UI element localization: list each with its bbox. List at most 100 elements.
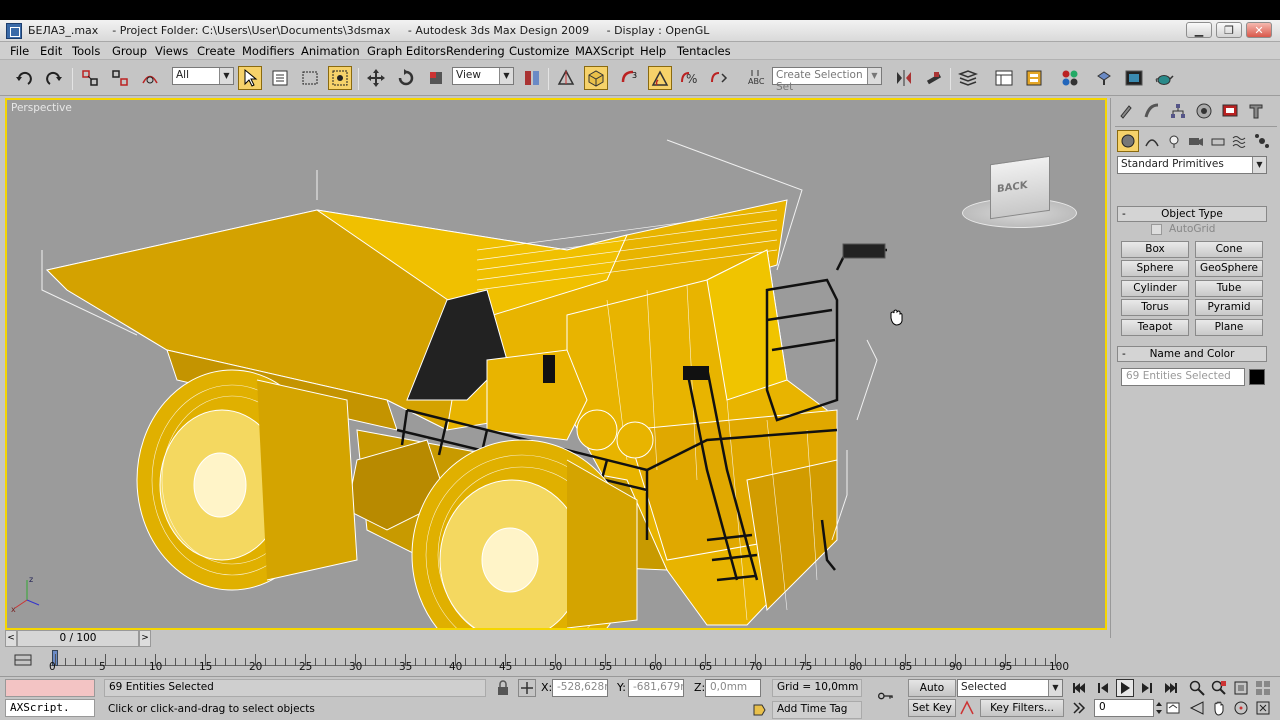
key-filters-button[interactable]: Key Filters... <box>980 699 1064 717</box>
object-type-rollout-header[interactable]: - Object Type <box>1117 206 1267 222</box>
geometry-category-icon[interactable] <box>1117 130 1139 152</box>
curve-editor-icon[interactable] <box>992 66 1016 90</box>
space-warps-category-icon[interactable] <box>1229 130 1251 152</box>
zoom-extents-all-icon[interactable] <box>1254 679 1272 697</box>
box-button[interactable]: Box <box>1121 241 1189 258</box>
maxscript-listener-pink[interactable] <box>5 679 95 697</box>
cylinder-button[interactable]: Cylinder <box>1121 280 1189 297</box>
track-bar[interactable]: 0 5 10 15 20 25 30 35 40 45 50 55 60 65 70 75 80 85 90 95 10… <box>0 648 1110 676</box>
time-tag-icon[interactable] <box>750 701 768 719</box>
app-logo-icon[interactable] <box>6 23 22 39</box>
name-and-color-rollout-header[interactable]: - Name and Color <box>1117 346 1267 362</box>
key-mode-toggle-icon[interactable] <box>1070 699 1088 717</box>
select-by-name-icon[interactable] <box>268 66 292 90</box>
render-production-teapot-icon[interactable] <box>1152 66 1176 90</box>
auto-key-button[interactable]: Auto Key <box>908 679 956 710</box>
rectangular-selection-region-icon[interactable] <box>298 66 322 90</box>
modify-tab-icon[interactable] <box>1141 100 1163 122</box>
selection-filter-dropdown[interactable]: All ▼ <box>172 67 234 85</box>
field-of-view-icon[interactable] <box>1188 699 1206 717</box>
menu-create[interactable]: Create <box>197 44 235 58</box>
key-mode-dropdown[interactable]: Selected ▼ <box>957 679 1063 697</box>
object-name-field[interactable]: 69 Entities Selected <box>1121 368 1245 386</box>
geometry-category-dropdown[interactable]: Standard Primitives ▼ <box>1117 156 1267 174</box>
menu-tentacles[interactable]: Tentacles <box>677 44 731 58</box>
pan-view-hand-icon[interactable] <box>1210 699 1228 717</box>
reference-coordinate-dropdown[interactable]: View ▼ <box>452 67 514 85</box>
add-time-tag[interactable]: Add Time Tag <box>772 701 862 719</box>
menu-rendering[interactable]: Rendering <box>446 44 505 58</box>
zoom-all-icon[interactable] <box>1210 679 1228 697</box>
hierarchy-tab-icon[interactable] <box>1167 100 1189 122</box>
menu-maxscript[interactable]: MAXScript <box>575 44 634 58</box>
time-slider-thumb[interactable]: 0 / 100 <box>17 630 139 647</box>
default-in-out-tangents-icon[interactable] <box>958 699 976 717</box>
plane-button[interactable]: Plane <box>1195 319 1263 336</box>
menu-views[interactable]: Views <box>155 44 188 58</box>
menu-file[interactable]: File <box>10 44 29 58</box>
layer-manager-icon[interactable] <box>956 66 980 90</box>
z-coordinate-field[interactable]: 0,0mm <box>705 679 761 697</box>
selection-lock-toggle-icon[interactable] <box>494 679 512 697</box>
x-coordinate-field[interactable]: -528,628mi <box>552 679 608 697</box>
menu-help[interactable]: Help <box>640 44 666 58</box>
render-setup-icon[interactable] <box>1092 66 1116 90</box>
close-button[interactable]: ✕ <box>1246 22 1272 38</box>
angle-snap-toggle-icon[interactable] <box>648 66 672 90</box>
undo-icon[interactable] <box>12 66 36 90</box>
schematic-view-icon[interactable] <box>1022 66 1046 90</box>
minimize-button[interactable]: ▁ <box>1186 22 1212 38</box>
systems-category-icon[interactable] <box>1251 130 1273 152</box>
bind-to-space-warp-icon[interactable] <box>138 66 162 90</box>
play-animation-icon[interactable] <box>1116 679 1134 697</box>
redo-icon[interactable] <box>42 66 66 90</box>
go-to-start-icon[interactable] <box>1070 679 1088 697</box>
object-color-swatch[interactable] <box>1249 369 1265 385</box>
select-and-manipulate-icon[interactable] <box>554 66 578 90</box>
go-to-end-icon[interactable] <box>1162 679 1180 697</box>
named-selection-sets-dropdown[interactable]: Create Selection Set ▼ <box>772 67 882 93</box>
menu-customize[interactable]: Customize <box>509 44 569 58</box>
display-tab-icon[interactable] <box>1219 100 1241 122</box>
cameras-category-icon[interactable] <box>1185 130 1207 152</box>
utilities-tab-icon[interactable] <box>1245 100 1267 122</box>
menu-group[interactable]: Group <box>112 44 147 58</box>
set-keys-key-icon[interactable] <box>874 687 898 705</box>
sphere-button[interactable]: Sphere <box>1121 260 1189 277</box>
truck-model-wireframe[interactable]: z x <box>7 100 1105 628</box>
menu-modifiers[interactable]: Modifiers <box>242 44 295 58</box>
menu-animation[interactable]: Animation <box>301 44 360 58</box>
time-slider-next-arrow[interactable]: > <box>139 630 151 647</box>
use-pivot-center-icon[interactable] <box>520 66 544 90</box>
zoom-icon[interactable] <box>1188 679 1206 697</box>
viewcube[interactable]: BACK <box>962 155 1077 230</box>
absolute-mode-transform-icon[interactable] <box>518 679 536 697</box>
material-editor-icon[interactable] <box>1058 66 1082 90</box>
maxscript-mini-listener[interactable]: AXScript. <box>5 699 95 717</box>
lights-category-icon[interactable] <box>1163 130 1185 152</box>
perspective-viewport[interactable]: Perspective z x BACK <box>5 98 1107 630</box>
mirror-icon[interactable] <box>892 66 916 90</box>
edit-named-selection-icon[interactable]: ABC <box>744 66 768 90</box>
create-tab-icon[interactable] <box>1115 100 1137 122</box>
teapot-button[interactable]: Teapot <box>1121 319 1189 336</box>
current-frame-field[interactable]: 0 <box>1094 699 1154 717</box>
autogrid-checkbox[interactable] <box>1151 224 1162 235</box>
time-slider-prev-arrow[interactable]: < <box>5 630 17 647</box>
percent-snap-toggle-icon[interactable]: % <box>678 66 702 90</box>
select-and-link-icon[interactable] <box>78 66 102 90</box>
geosphere-button[interactable]: GeoSphere <box>1195 260 1263 277</box>
unlink-selection-icon[interactable] <box>108 66 132 90</box>
snaps-toggle-icon[interactable]: 3 <box>618 66 642 90</box>
tube-button[interactable]: Tube <box>1195 280 1263 297</box>
helpers-category-icon[interactable] <box>1207 130 1229 152</box>
zoom-extents-icon[interactable] <box>1232 679 1250 697</box>
select-object-icon[interactable] <box>238 66 262 90</box>
keyboard-shortcut-override-icon[interactable] <box>584 66 608 90</box>
time-configuration-icon[interactable] <box>1164 699 1182 717</box>
menu-graph-editors[interactable]: Graph Editors <box>367 44 446 58</box>
set-key-button[interactable]: Set Key <box>908 699 956 717</box>
select-and-scale-icon[interactable] <box>424 66 448 90</box>
torus-button[interactable]: Torus <box>1121 299 1189 316</box>
viewcube-face-label[interactable]: BACK <box>997 180 1027 195</box>
